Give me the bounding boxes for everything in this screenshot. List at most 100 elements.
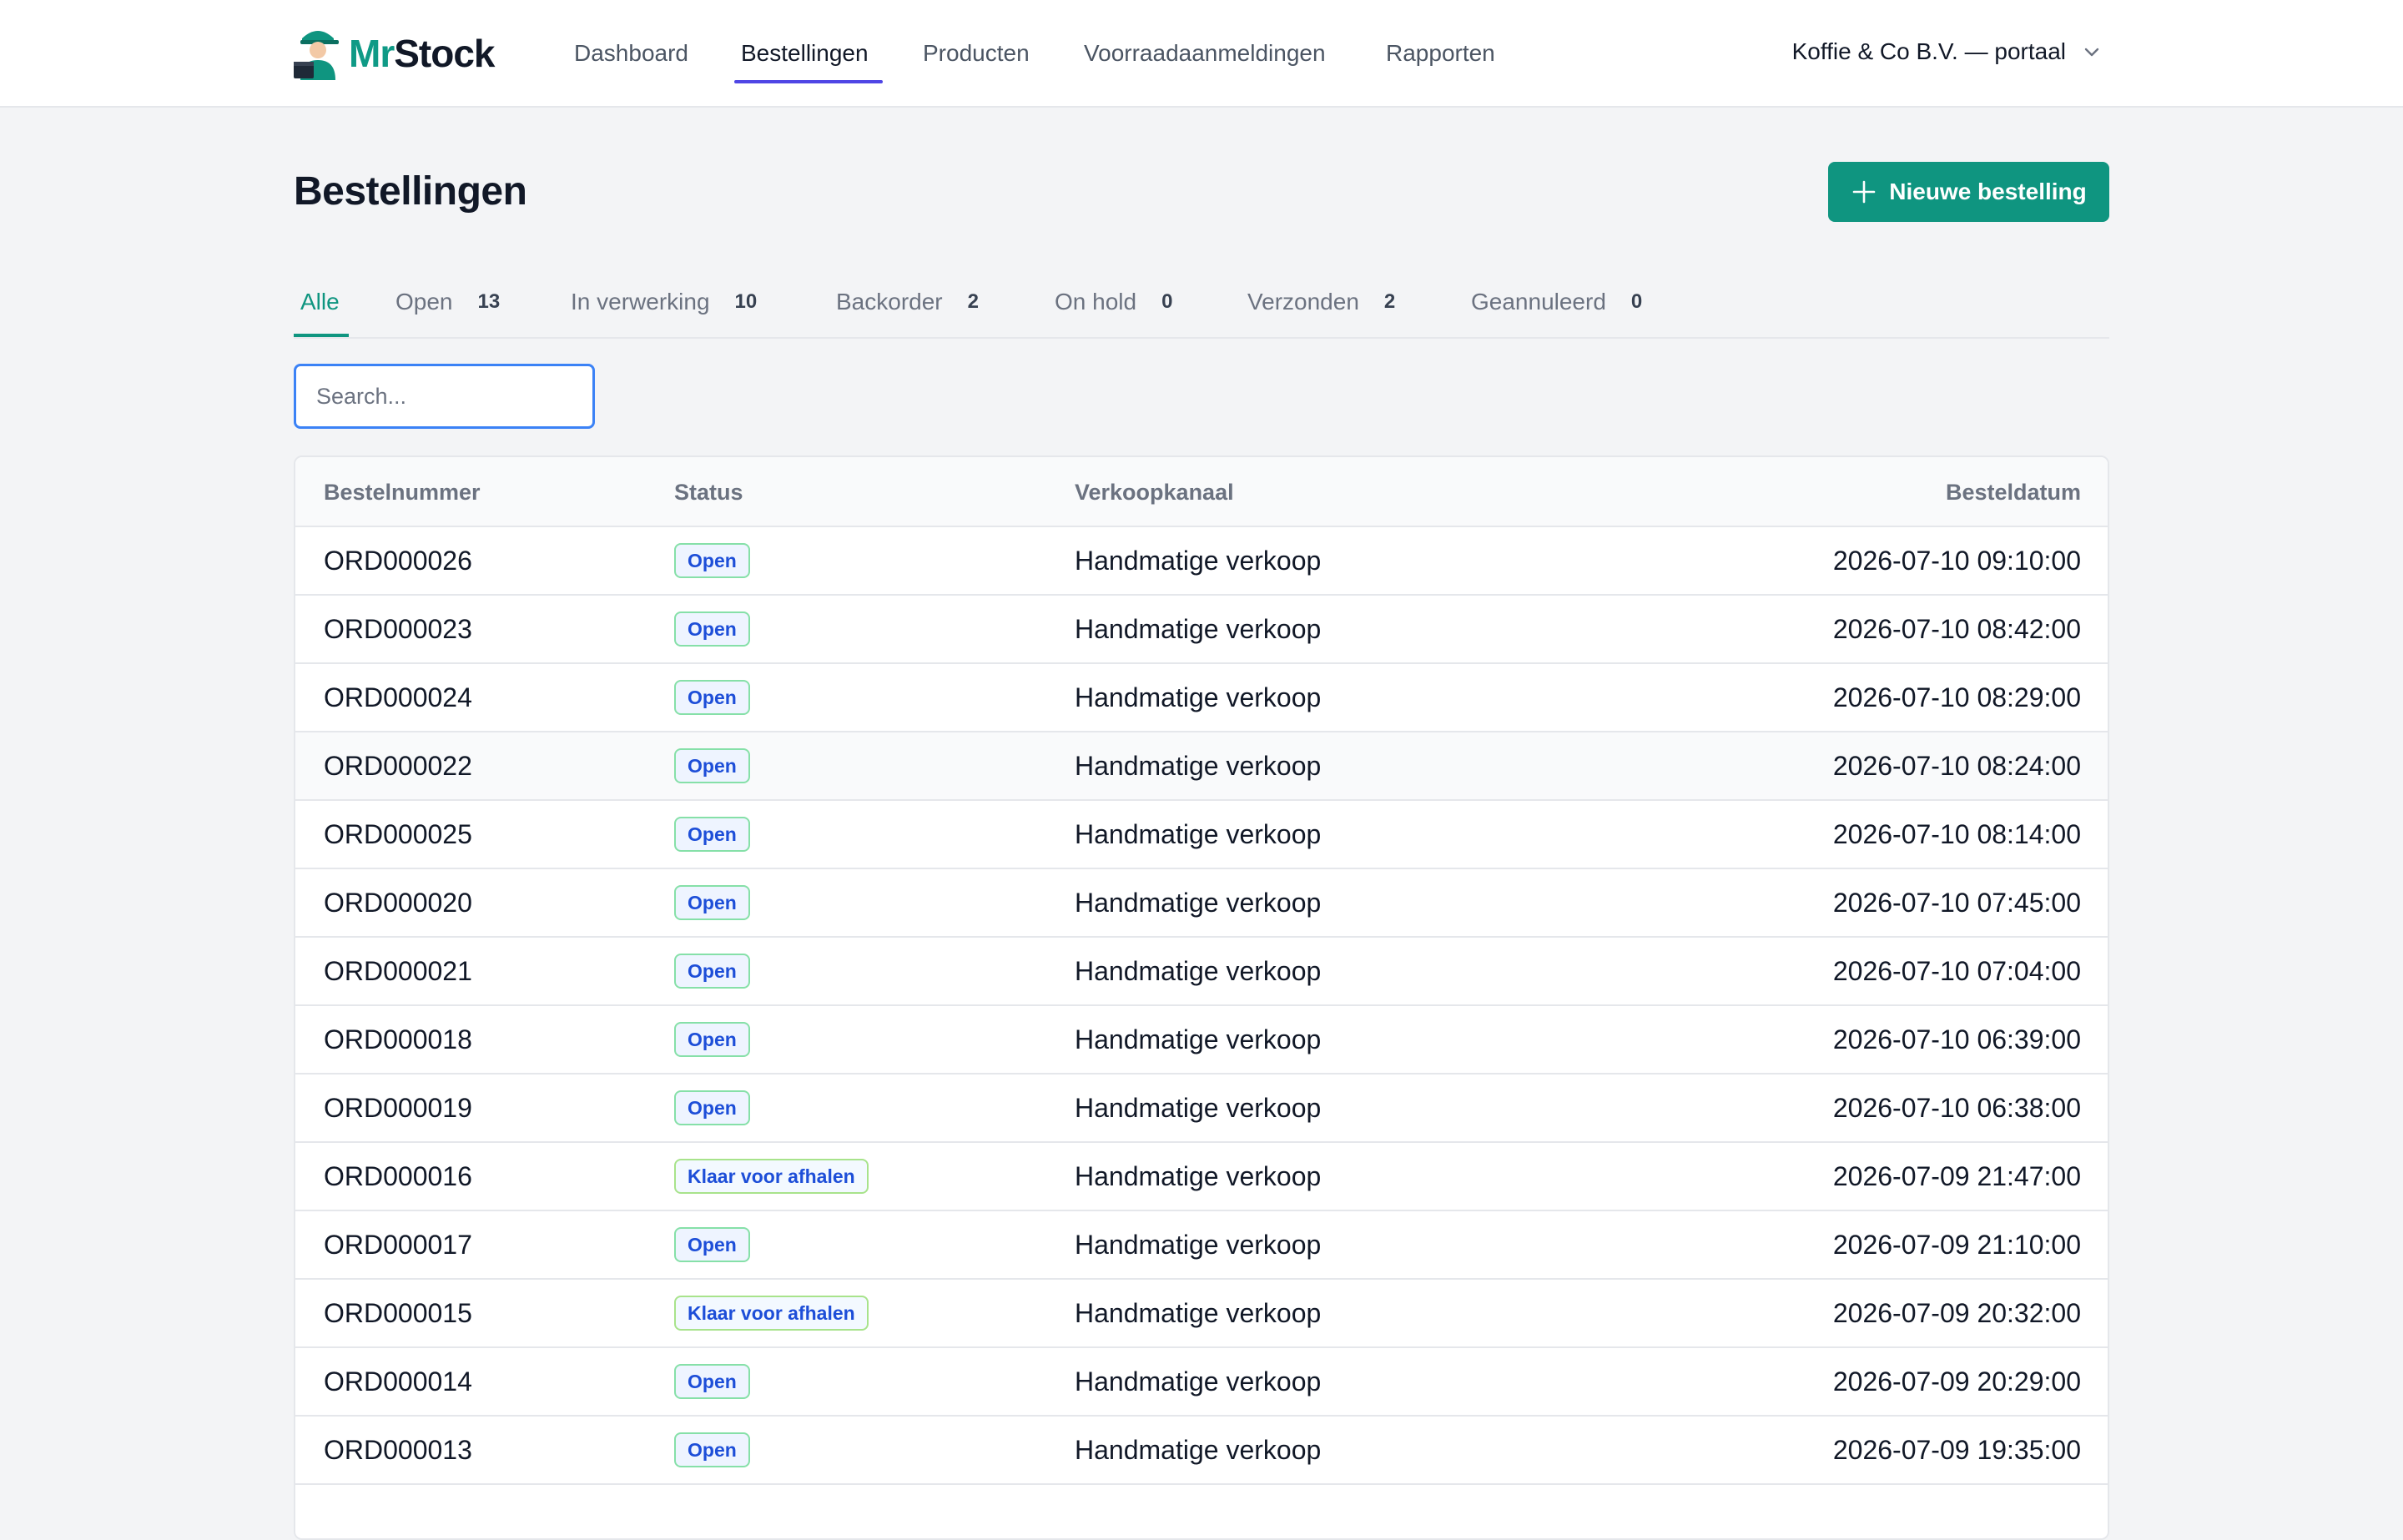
nav-bestellingen[interactable]: Bestellingen bbox=[741, 38, 869, 68]
nav-rapporten[interactable]: Rapporten bbox=[1386, 38, 1495, 68]
status-badge: Open bbox=[674, 817, 750, 852]
status-badge: Klaar voor afhalen bbox=[674, 1159, 869, 1194]
nav-dashboard[interactable]: Dashboard bbox=[574, 38, 688, 68]
order-date: 2026-07-10 08:29:00 bbox=[1832, 682, 2081, 712]
order-date: 2026-07-09 21:47:00 bbox=[1832, 1161, 2081, 1191]
order-number: ORD000020 bbox=[324, 888, 472, 918]
tab-alle[interactable]: Alle bbox=[300, 285, 340, 319]
order-number: ORD000026 bbox=[324, 546, 472, 576]
top-navigation-bar: MrStock Dashboard Bestellingen Producten… bbox=[0, 0, 2403, 108]
column-header-bestelnummer[interactable]: Bestelnummer bbox=[324, 457, 481, 527]
tab-label: Open bbox=[395, 289, 453, 315]
status-badge: Open bbox=[674, 1432, 750, 1467]
order-number: ORD000018 bbox=[324, 1024, 472, 1054]
plus-icon bbox=[1852, 180, 1876, 204]
sales-channel: Handmatige verkoop bbox=[1075, 956, 1322, 986]
tab-label: Verzonden bbox=[1247, 289, 1359, 315]
nav-voorraadaanmeldingen[interactable]: Voorraadaanmeldingen bbox=[1084, 38, 1326, 68]
column-header-status[interactable]: Status bbox=[674, 457, 743, 527]
order-date: 2026-07-10 06:38:00 bbox=[1832, 1093, 2081, 1123]
column-header-verkoopkanaal[interactable]: Verkoopkanaal bbox=[1075, 457, 1234, 527]
order-number: ORD000019 bbox=[324, 1093, 472, 1123]
tab-active-indicator bbox=[294, 334, 349, 337]
table-row[interactable]: ORD000013 Open Handmatige verkoop 2026-07-0… bbox=[295, 1417, 2108, 1485]
sales-channel: Handmatige verkoop bbox=[1075, 546, 1322, 576]
sales-channel: Handmatige verkoop bbox=[1075, 1366, 1322, 1397]
sales-channel: Handmatige verkoop bbox=[1075, 1298, 1322, 1328]
tab-count: 2 bbox=[1383, 290, 1396, 313]
order-date: 2026-07-09 21:10:00 bbox=[1832, 1230, 2081, 1260]
status-badge: Open bbox=[674, 611, 750, 647]
order-date: 2026-07-10 08:24:00 bbox=[1832, 751, 2081, 781]
status-badge: Open bbox=[674, 680, 750, 715]
table-row[interactable]: ORD000023 Open Handmatige verkoop 2026-07-1… bbox=[295, 596, 2108, 664]
status-badge: Open bbox=[674, 1364, 750, 1399]
tab-open[interactable]: Open 13 bbox=[395, 285, 500, 319]
sales-channel: Handmatige verkoop bbox=[1075, 1161, 1322, 1191]
sales-channel: Handmatige verkoop bbox=[1075, 1230, 1322, 1260]
table-row[interactable]: ORD000024 Open Handmatige verkoop 2026-07-1… bbox=[295, 664, 2108, 732]
table-row[interactable]: ORD000022 Open Handmatige verkoop 2026-07-1… bbox=[295, 732, 2108, 801]
status-tabs: Alle Open 13 In verwerking 10 Backorder … bbox=[294, 275, 2109, 339]
sales-channel: Handmatige verkoop bbox=[1075, 1093, 1322, 1123]
order-date: 2026-07-10 07:45:00 bbox=[1832, 888, 2081, 918]
tab-count: 2 bbox=[967, 290, 979, 313]
tab-count: 0 bbox=[1161, 290, 1173, 313]
sales-channel: Handmatige verkoop bbox=[1075, 1024, 1322, 1054]
tab-count: 0 bbox=[1630, 290, 1643, 313]
status-badge: Open bbox=[674, 1090, 750, 1125]
order-date: 2026-07-10 09:10:00 bbox=[1832, 546, 2081, 576]
table-row[interactable]: ORD000015 Klaar voor afhalen Handmatige ve… bbox=[295, 1280, 2108, 1348]
tab-backorder[interactable]: Backorder 2 bbox=[836, 285, 979, 319]
sales-channel: Handmatige verkoop bbox=[1075, 682, 1322, 712]
order-number: ORD000017 bbox=[324, 1230, 472, 1260]
sales-channel: Handmatige verkoop bbox=[1075, 1435, 1322, 1465]
tab-geannuleerd[interactable]: Geannuleerd 0 bbox=[1471, 285, 1642, 319]
table-row[interactable]: ORD000026 Open Handmatige verkoop 2026-07-1… bbox=[295, 527, 2108, 596]
new-order-button[interactable]: Nieuwe bestelling bbox=[1828, 162, 2109, 222]
sales-channel: Handmatige verkoop bbox=[1075, 819, 1322, 849]
search-input[interactable] bbox=[294, 364, 595, 429]
sales-channel: Handmatige verkoop bbox=[1075, 614, 1322, 644]
table-row[interactable]: ORD000014 Open Handmatige verkoop 2026-07-0… bbox=[295, 1348, 2108, 1417]
status-badge: Open bbox=[674, 543, 750, 578]
nav-producten[interactable]: Producten bbox=[923, 38, 1030, 68]
tab-label: In verwerking bbox=[571, 289, 710, 315]
table-row[interactable]: ORD000025 Open Handmatige verkoop 2026-07-1… bbox=[295, 801, 2108, 869]
chevron-down-icon bbox=[2084, 48, 2099, 57]
table-row[interactable]: ORD000018 Open Handmatige verkoop 2026-07-1… bbox=[295, 1006, 2108, 1074]
tab-verzonden[interactable]: Verzonden 2 bbox=[1247, 285, 1395, 319]
sales-channel: Handmatige verkoop bbox=[1075, 888, 1322, 918]
status-badge: Open bbox=[674, 885, 750, 920]
table-row[interactable]: ORD000020 Open Handmatige verkoop 2026-07-1… bbox=[295, 869, 2108, 938]
tab-on-hold[interactable]: On hold 0 bbox=[1055, 285, 1172, 319]
tab-label: Geannuleerd bbox=[1471, 289, 1606, 315]
table-header: Bestelnummer Status Verkoopkanaal Bestel… bbox=[295, 457, 2108, 527]
tab-label: Backorder bbox=[836, 289, 943, 315]
tab-count: 10 bbox=[734, 290, 758, 313]
orders-table: Bestelnummer Status Verkoopkanaal Bestel… bbox=[294, 455, 2109, 1540]
table-body: ORD000026 Open Handmatige verkoop 2026-07-1… bbox=[295, 527, 2108, 1538]
order-number: ORD000016 bbox=[324, 1161, 472, 1191]
table-row[interactable]: ORD000017 Open Handmatige verkoop 2026-07-0… bbox=[295, 1211, 2108, 1280]
status-badge: Open bbox=[674, 954, 750, 989]
tab-in-verwerking[interactable]: In verwerking 10 bbox=[571, 285, 757, 319]
order-number: ORD000023 bbox=[324, 614, 472, 644]
order-number: ORD000024 bbox=[324, 682, 472, 712]
page-title: Bestellingen bbox=[294, 169, 527, 214]
order-date: 2026-07-09 19:35:00 bbox=[1832, 1435, 2081, 1465]
column-header-besteldatum[interactable]: Besteldatum bbox=[1946, 457, 2081, 527]
table-row[interactable]: ORD000016 Klaar voor afhalen Handmatige ve… bbox=[295, 1143, 2108, 1211]
table-row[interactable] bbox=[295, 1485, 2108, 1538]
order-number: ORD000014 bbox=[324, 1366, 472, 1397]
status-badge: Open bbox=[674, 748, 750, 783]
order-number: ORD000021 bbox=[324, 956, 472, 986]
order-date: 2026-07-10 06:39:00 bbox=[1832, 1024, 2081, 1054]
order-number: ORD000025 bbox=[324, 819, 472, 849]
new-order-button-label: Nieuwe bestelling bbox=[1889, 179, 2087, 204]
table-row[interactable]: ORD000021 Open Handmatige verkoop 2026-07-1… bbox=[295, 938, 2108, 1006]
table-row[interactable]: ORD000019 Open Handmatige verkoop 2026-07-1… bbox=[295, 1074, 2108, 1143]
order-date: 2026-07-10 07:04:00 bbox=[1832, 956, 2081, 986]
account-menu[interactable]: Koffie & Co B.V. — portaal bbox=[1792, 38, 2103, 65]
order-date: 2026-07-09 20:32:00 bbox=[1832, 1298, 2081, 1328]
